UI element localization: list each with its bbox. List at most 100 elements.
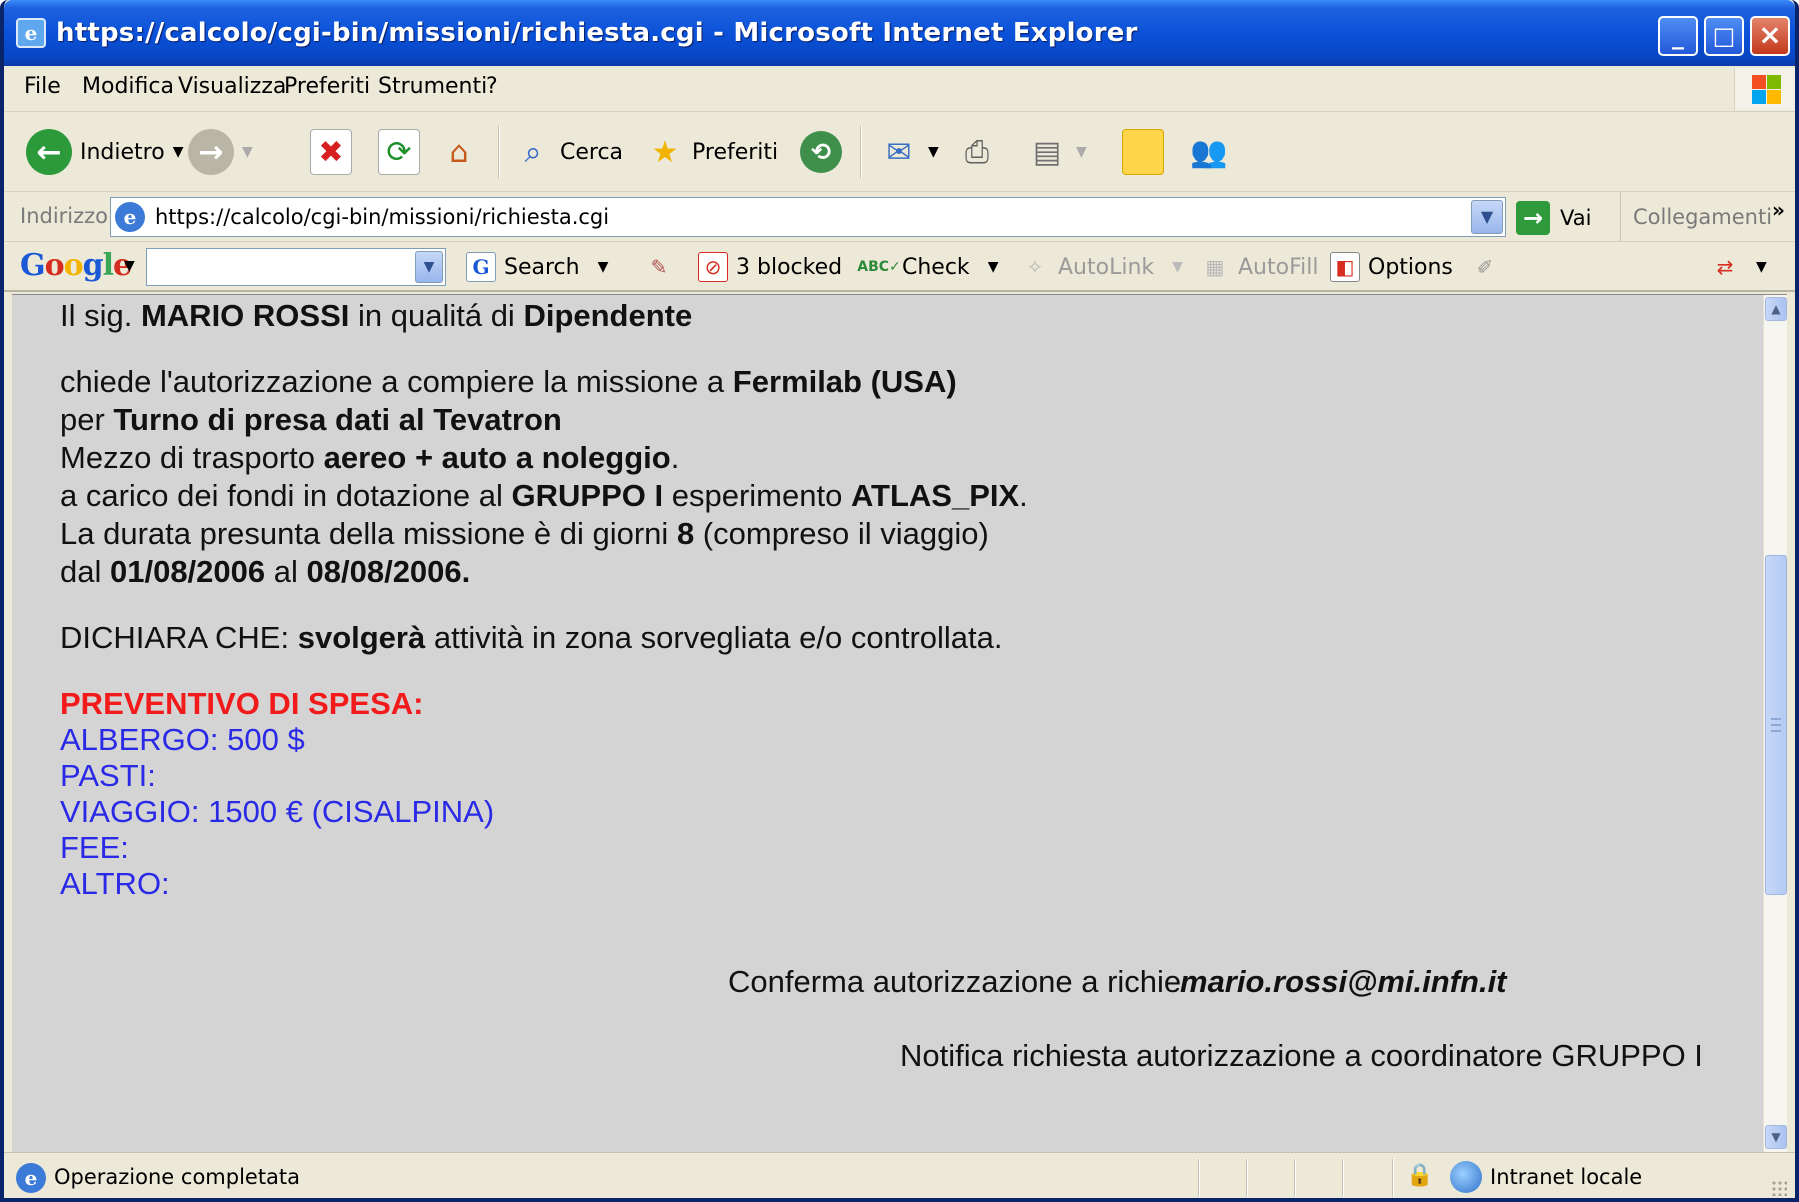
requester-role: Dipendente [523, 298, 693, 333]
refresh-button[interactable]: ⟳ [378, 124, 420, 180]
options-button[interactable]: ◧ Options [1330, 248, 1453, 286]
menu-help[interactable]: ? [486, 74, 498, 99]
spellcheck-button[interactable]: ABC✓ Check ▼ [857, 248, 998, 286]
google-search-button[interactable]: G Search ▼ [466, 248, 608, 286]
text-fragment: DICHIARA CHE: [60, 620, 298, 655]
standard-toolbar: ← Indietro ▼ → ▼ ✖ ⟳ ⌂ ⌕ Cerca ★ Preferi… [4, 112, 1795, 192]
ie-page-icon: e [115, 202, 145, 232]
refresh-icon: ⟳ [378, 129, 420, 175]
news-button[interactable]: ✎ [644, 248, 682, 286]
forward-button[interactable]: → ▼ [188, 124, 253, 180]
text-fragment: dal [60, 554, 110, 589]
autofill-button[interactable]: ▦ AutoFill [1200, 248, 1319, 286]
autolink-icon: ✧ [1026, 255, 1044, 279]
window-title: https://calcolo/cgi-bin/missioni/richies… [56, 18, 1138, 48]
intranet-globe-icon [1450, 1161, 1482, 1193]
funding-group: GRUPPO I [511, 478, 664, 513]
address-bar: Indirizzo e https://calcolo/cgi-bin/miss… [4, 192, 1795, 242]
messenger-icon: 👥 [1190, 134, 1228, 170]
blocked-label: 3 blocked [736, 254, 843, 280]
text-fragment: La durata presunta della missione è di g… [60, 516, 677, 551]
scroll-up-button[interactable]: ▲ [1765, 297, 1787, 321]
back-button[interactable]: ← Indietro ▼ [26, 124, 183, 180]
translate-icon: ⇄ [1716, 255, 1734, 279]
estimate-title: PREVENTIVO DI SPESA: [60, 686, 424, 721]
check-label: Check [902, 254, 970, 280]
date-from: 01/08/2006 [109, 554, 266, 589]
text-fragment: a carico dei fondi in dotazione al [60, 478, 512, 513]
home-button[interactable]: ⌂ [438, 124, 480, 180]
double-chevron-icon[interactable]: » [1772, 198, 1785, 222]
search-button[interactable]: ⌕ Cerca [512, 124, 623, 180]
chevron-down-icon[interactable]: ▼ [415, 251, 443, 283]
text-fragment: al [265, 554, 307, 589]
spellcheck-icon: ABC✓ [857, 259, 901, 275]
email-text: mario.rossi@mi.infn.it [1180, 964, 1507, 999]
transport: aereo + auto a noleggio [323, 440, 671, 475]
history-button[interactable]: ⟲ [800, 124, 842, 180]
popup-blocker-button[interactable]: ⊘ 3 blocked [698, 248, 842, 286]
text-fragment: chiede l'autorizzazione a compiere la mi… [60, 364, 733, 399]
status-divider [1392, 1159, 1394, 1197]
star-icon: ★ [651, 134, 679, 170]
links-button[interactable]: Collegamenti [1620, 192, 1772, 242]
chevron-down-icon: ▼ [928, 144, 939, 160]
title-bar[interactable]: e https://calcolo/cgi-bin/missioni/richi… [4, 0, 1795, 66]
expense-fee: FEE: [60, 830, 129, 865]
home-icon: ⌂ [449, 134, 469, 170]
note-icon [1122, 129, 1164, 175]
chevron-down-icon: ▼ [1076, 144, 1087, 160]
translate-button[interactable]: ⇄ ▼ [1710, 248, 1767, 286]
purpose: Turno di presa dati al Tevatron [113, 402, 562, 437]
favorites-button[interactable]: ★ Preferiti [644, 124, 779, 180]
menu-visualizza[interactable]: Visualizza [178, 74, 286, 99]
experiment: ATLAS_PIX [850, 478, 1020, 513]
text-fragment: esperimento [663, 478, 851, 513]
print-button[interactable]: ⎙ [956, 124, 998, 180]
page-viewport[interactable]: Il sig. MARIO ROSSI in qualitá di Dipend… [12, 294, 1787, 1152]
highlight-button[interactable]: ✐ [1470, 248, 1508, 286]
minimize-button[interactable]: _ [1658, 16, 1698, 56]
messenger-button[interactable]: 👥 [1188, 124, 1230, 180]
mail-button[interactable]: ✉ ▼ [878, 124, 939, 180]
text-fragment: Mezzo di trasporto [60, 440, 324, 475]
toolbar-separator [860, 126, 862, 178]
menu-file[interactable]: File [24, 74, 61, 99]
status-divider [1198, 1159, 1200, 1197]
menu-strumenti[interactable]: Strumenti [378, 74, 487, 99]
security-zone[interactable]: Intranet locale [1490, 1165, 1642, 1189]
duration-days: 8 [676, 516, 695, 551]
menu-modifica[interactable]: Modifica [82, 74, 174, 99]
date-to: 08/08/2006. [306, 554, 471, 589]
resize-grip-icon[interactable] [1771, 1180, 1787, 1196]
menu-preferiti[interactable]: Preferiti [284, 74, 370, 99]
address-url[interactable]: https://calcolo/cgi-bin/missioni/richies… [155, 205, 609, 229]
grip-icon [1771, 718, 1781, 732]
google-search-label: Search [504, 254, 580, 280]
expense-other: ALTRO: [60, 866, 170, 901]
go-label: Vai [1560, 206, 1592, 230]
address-field[interactable]: e https://calcolo/cgi-bin/missioni/richi… [110, 197, 1506, 237]
ie-page-icon: e [16, 1163, 46, 1193]
stop-button[interactable]: ✖ [310, 124, 352, 180]
google-logo[interactable]: Google [20, 248, 132, 283]
maximize-button[interactable]: □ [1704, 16, 1744, 56]
notify-label: Notifica richiesta autorizzazione a coor… [900, 1038, 1703, 1073]
notes-button[interactable] [1122, 124, 1164, 180]
status-divider [1246, 1159, 1248, 1197]
scroll-thumb[interactable] [1765, 555, 1787, 895]
popup-blocker-icon: ⊘ [698, 252, 728, 282]
text-fragment: Il sig. [60, 298, 141, 333]
close-button[interactable]: × [1750, 16, 1790, 56]
chevron-down-icon[interactable]: ▼ [1471, 200, 1503, 234]
chevron-down-icon[interactable]: ▼ [124, 258, 135, 274]
destination-line: chiede l'autorizzazione a compiere la mi… [60, 363, 957, 401]
vertical-scrollbar[interactable]: ▲ ▼ [1763, 295, 1787, 1152]
scroll-down-button[interactable]: ▼ [1765, 1125, 1787, 1149]
edit-button[interactable]: ▤ ▼ [1026, 124, 1087, 180]
go-button[interactable]: → Vai [1516, 198, 1591, 238]
autolink-button[interactable]: ✧ AutoLink ▼ [1020, 248, 1183, 286]
windows-logo-icon [1734, 68, 1795, 110]
lock-icon[interactable]: 🔒 [1406, 1163, 1433, 1188]
google-search-input[interactable]: ▼ [146, 248, 446, 286]
